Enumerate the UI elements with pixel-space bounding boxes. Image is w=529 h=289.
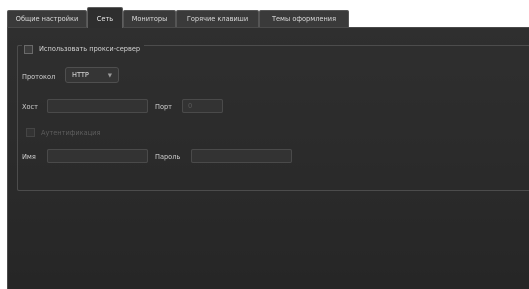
port-field[interactable]: 0 bbox=[182, 99, 223, 113]
password-label: Пароль bbox=[155, 153, 181, 161]
username-label: Имя bbox=[22, 153, 36, 161]
tab-general-settings[interactable]: Общие настройки bbox=[7, 10, 87, 27]
tab-themes[interactable]: Темы оформления bbox=[259, 10, 349, 27]
host-field[interactable] bbox=[47, 99, 148, 113]
network-settings-panel: Использовать прокси-сервер Протокол HTTP… bbox=[7, 27, 529, 289]
password-field[interactable] bbox=[191, 149, 292, 163]
use-proxy-label: Использовать прокси-сервер bbox=[39, 45, 141, 53]
port-label: Порт bbox=[155, 103, 173, 111]
authentication-toggle[interactable]: Аутентификация bbox=[26, 128, 100, 137]
protocol-value: HTTP bbox=[72, 71, 89, 79]
tab-bar: Общие настройки Сеть Мониторы Горячие кл… bbox=[0, 7, 529, 28]
use-proxy-checkbox[interactable] bbox=[24, 44, 33, 54]
tab-network[interactable]: Сеть bbox=[87, 7, 123, 28]
host-label: Хост bbox=[22, 103, 39, 111]
authentication-label: Аутентификация bbox=[41, 128, 101, 137]
protocol-label: Протокол bbox=[22, 73, 56, 81]
tab-hotkeys[interactable]: Горячие клавиши bbox=[176, 10, 259, 27]
authentication-checkbox[interactable] bbox=[26, 128, 35, 137]
protocol-select[interactable]: HTTP ▼ bbox=[65, 67, 119, 83]
use-proxy-toggle[interactable]: Использовать прокси-сервер bbox=[22, 42, 145, 56]
tab-monitors[interactable]: Мониторы bbox=[123, 10, 176, 27]
username-field[interactable] bbox=[47, 149, 148, 163]
chevron-down-icon: ▼ bbox=[107, 73, 112, 79]
